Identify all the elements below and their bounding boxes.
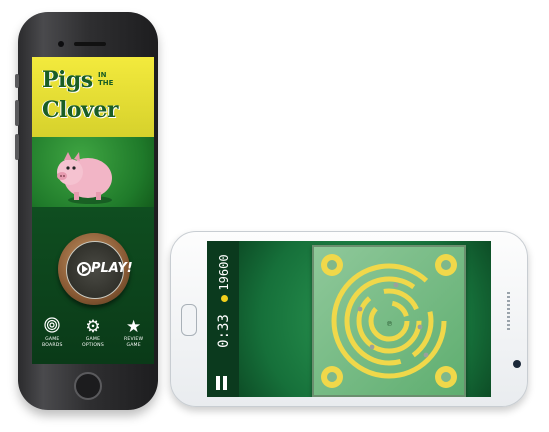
game-boards-button[interactable]: GAME BOARDS	[33, 317, 71, 364]
play-icon	[77, 262, 91, 276]
star-icon: ★	[126, 317, 142, 337]
mute-switch	[15, 74, 19, 88]
home-button[interactable]	[74, 372, 102, 400]
galaxy-device: 19600 0:33 ℗	[170, 231, 528, 407]
volume-up-button	[15, 100, 19, 126]
game-options-label: GAME OPTIONS	[82, 337, 104, 348]
bottom-menu: GAME BOARDS ⚙ GAME OPTIONS ★ REVIEW GAME	[32, 317, 154, 364]
rings-icon	[33, 317, 71, 337]
earpiece	[74, 42, 106, 46]
title-in-the: IN THE	[98, 71, 114, 87]
game-boards-label: GAME BOARDS	[42, 337, 63, 348]
play-button-face: PLAY!	[66, 241, 133, 299]
pause-icon-bar-right	[223, 376, 227, 390]
review-game-label: REVIEW GAME	[124, 337, 144, 348]
svg-text:℗: ℗	[386, 320, 393, 328]
game-options-button[interactable]: ⚙ GAME OPTIONS	[74, 317, 112, 364]
pause-button[interactable]	[215, 376, 229, 390]
volume-down-button	[15, 134, 19, 160]
title-clover: Clover	[42, 97, 118, 123]
maze-rings: ℗	[321, 254, 457, 388]
maze-board[interactable]: ℗	[312, 245, 466, 397]
hud-panel: 19600 0:33	[207, 241, 239, 397]
play-button[interactable]: PLAY!	[58, 233, 133, 305]
gear-icon: ⚙	[85, 317, 101, 337]
galaxy-front-camera	[513, 360, 521, 368]
galaxy-speaker	[507, 292, 510, 330]
review-game-button[interactable]: ★ REVIEW GAME	[115, 317, 153, 364]
front-camera	[58, 41, 64, 47]
play-label: PLAY!	[91, 261, 133, 276]
pause-icon-bar-left	[216, 376, 220, 390]
pig-mascot	[57, 152, 112, 204]
timer-display: 0:33	[216, 314, 232, 348]
title-screen: Pigs IN THE Clover PLAY! GAME BOARDS ⚙ G…	[32, 57, 154, 364]
galaxy-home-button[interactable]	[181, 304, 197, 336]
game-screen: 19600 0:33 ℗	[207, 241, 491, 397]
score-value: 19600	[217, 254, 231, 291]
title-pigs: Pigs	[42, 67, 93, 93]
iphone-device: Pigs IN THE Clover PLAY! GAME BOARDS ⚙ G…	[15, 12, 158, 410]
game-background: ℗	[239, 241, 491, 397]
title-banner: Pigs IN THE Clover	[32, 57, 154, 137]
